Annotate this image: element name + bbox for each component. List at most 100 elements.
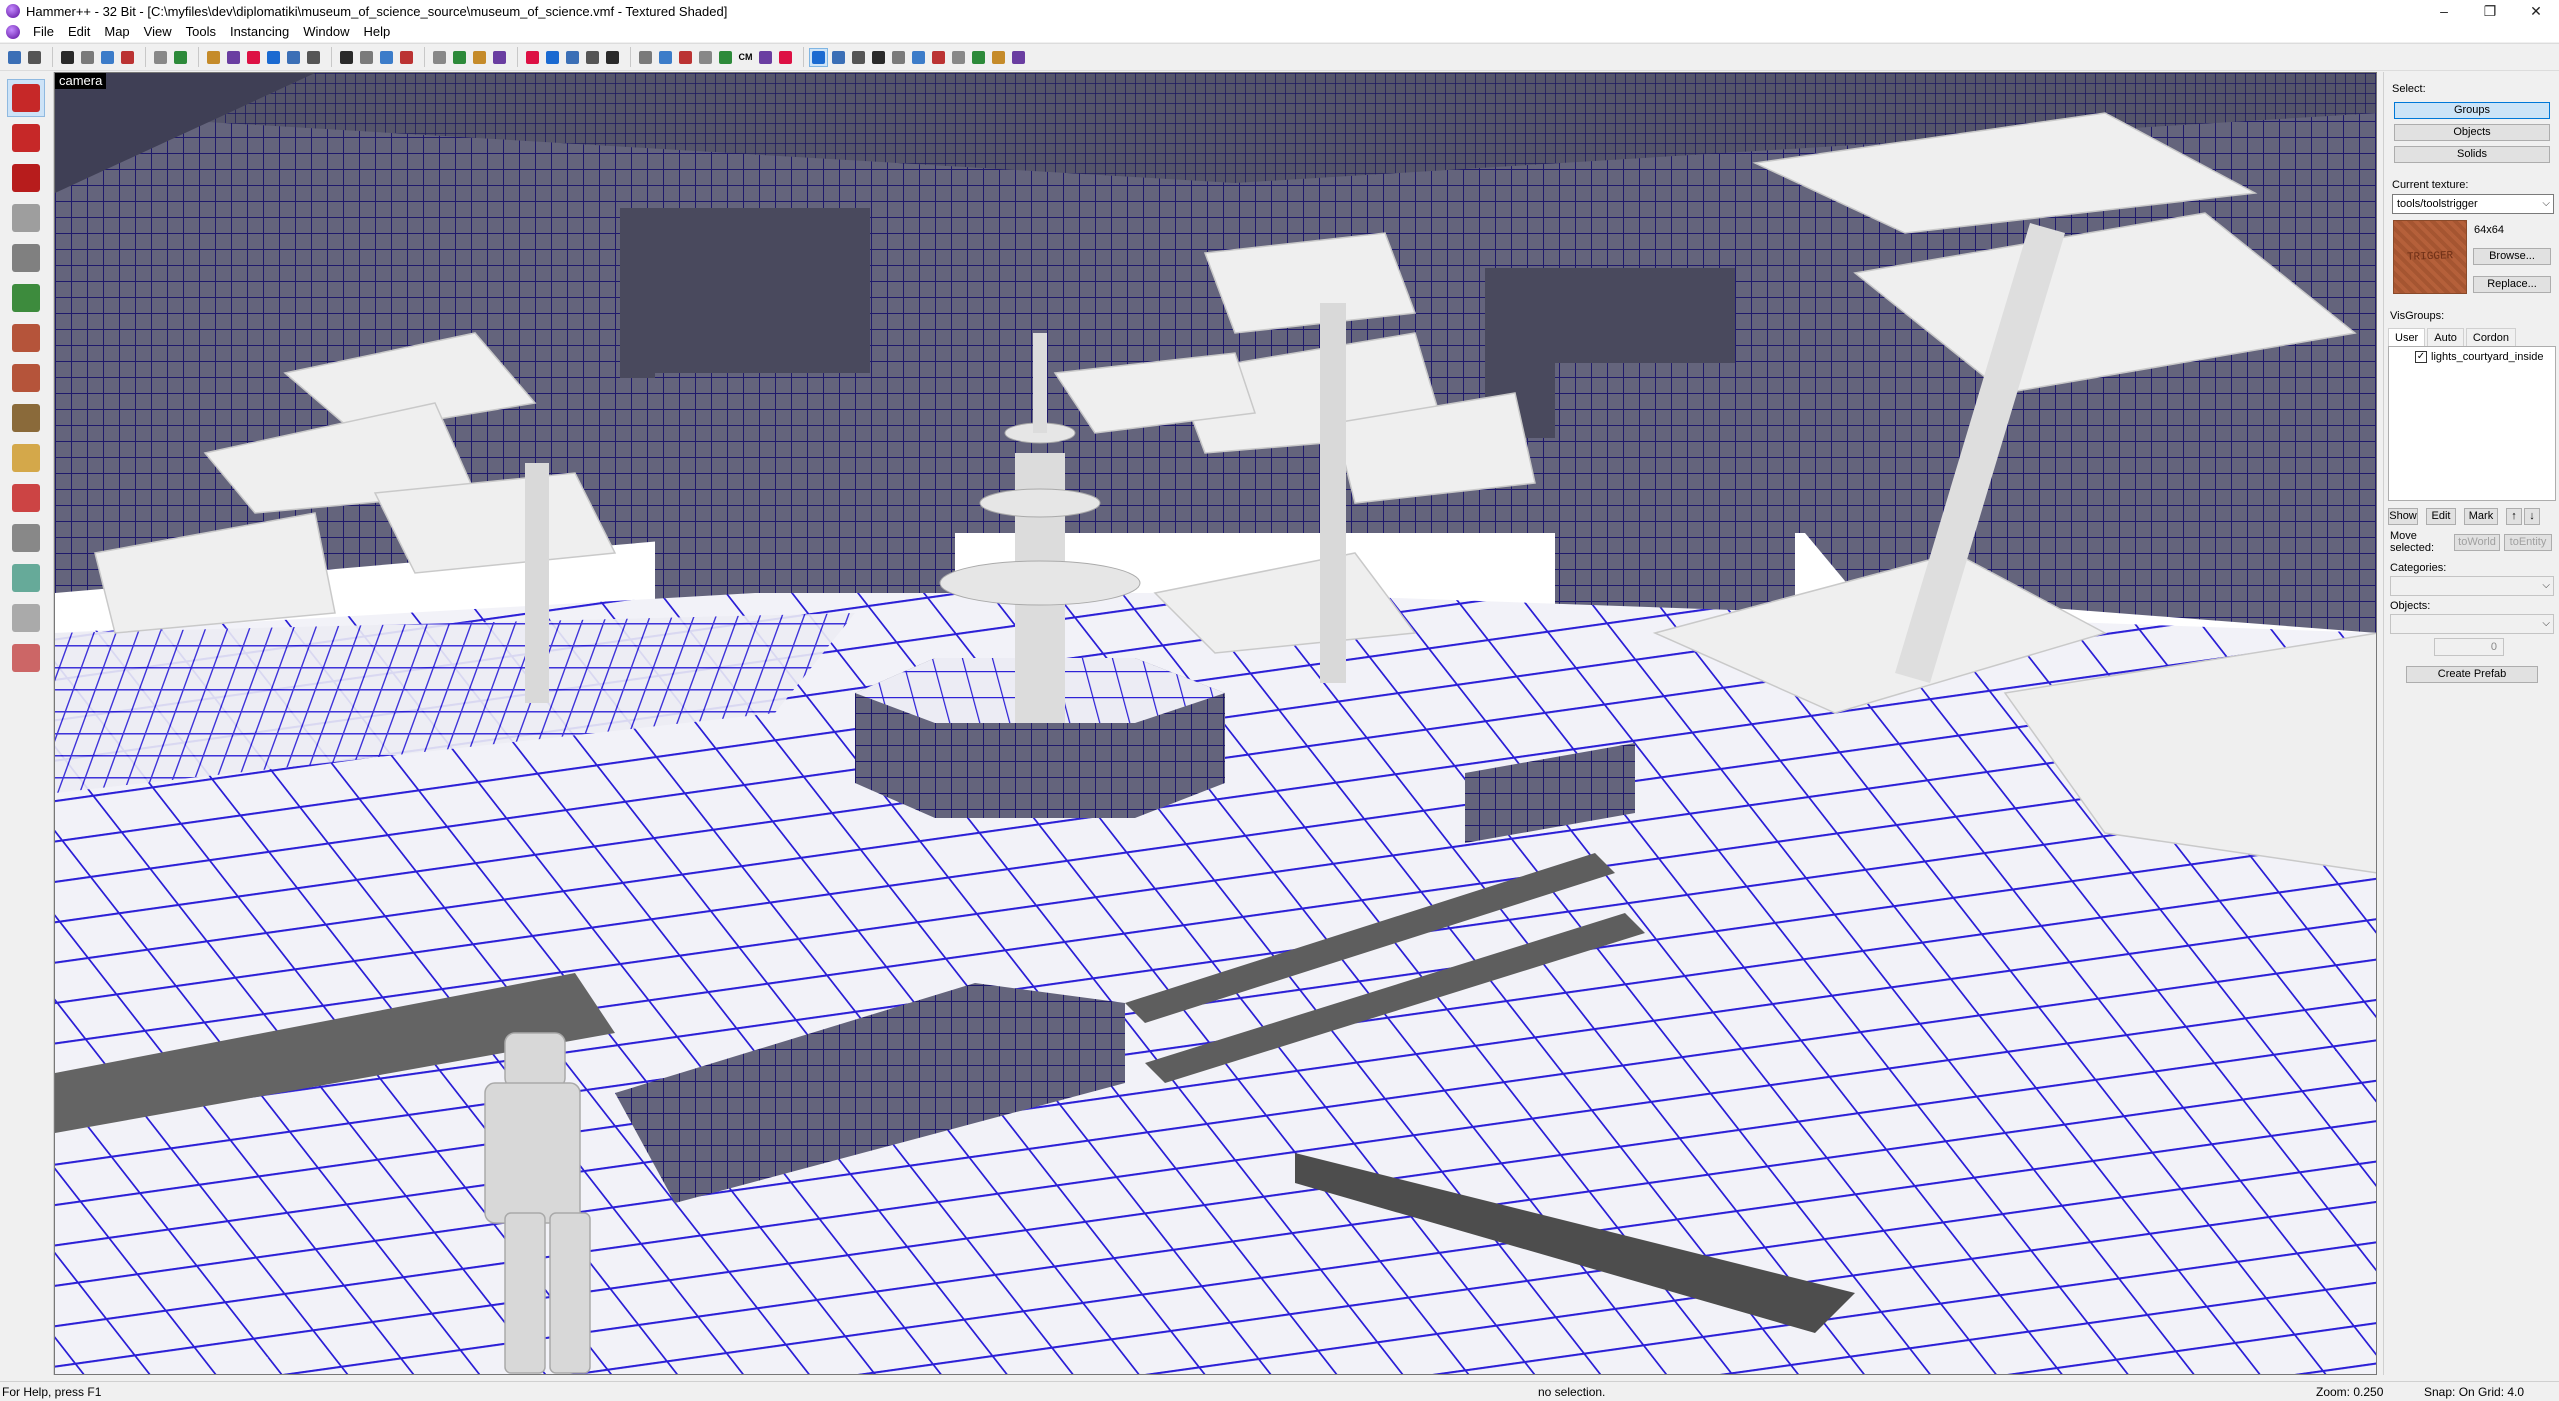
to-entity-button[interactable]: toEntity [2504,534,2552,551]
grid-toggle-icon[interactable] [26,49,43,66]
carve-icon[interactable] [205,49,222,66]
selection-tool-icon[interactable] [7,79,45,117]
close-button[interactable]: ✕ [2513,0,2559,22]
sprite-icon[interactable] [657,49,674,66]
hint-icon[interactable] [990,49,1007,66]
entity-tool-icon[interactable] [8,200,44,236]
toggle-group-icon[interactable] [99,49,116,66]
vertex-select-icon[interactable] [850,49,867,66]
node-icon[interactable] [1010,49,1027,66]
group-icon[interactable] [245,49,262,66]
clip-icon[interactable] [524,49,541,66]
visgroup-mark-button[interactable]: Mark [2464,508,2498,525]
apply-decal-icon[interactable] [8,360,44,396]
plus-icon[interactable] [970,49,987,66]
model-icon[interactable] [677,49,694,66]
menu-instancing[interactable]: Instancing [223,22,296,42]
browse-button[interactable]: Browse... [2473,248,2551,265]
select-objects-button[interactable]: Objects [2394,124,2550,141]
visgroup-checkbox[interactable]: ✓ [2415,351,2427,363]
path-tool-icon[interactable] [8,520,44,556]
replace-button[interactable]: Replace... [2473,276,2551,293]
displacement-icon[interactable] [870,49,887,66]
to-world-button[interactable]: toWorld [2454,534,2500,551]
select-icon[interactable] [809,47,828,67]
cordon-icon[interactable] [431,49,448,66]
3d-grid-icon[interactable] [59,49,76,66]
camera-tool-icon[interactable] [8,160,44,196]
current-texture-dropdown[interactable]: tools/toolstrigger ⌵ [2392,194,2554,214]
ungroup-icon[interactable] [265,49,282,66]
run-map-icon[interactable] [564,49,581,66]
minimize-button[interactable]: – [2421,0,2467,22]
drag-icon[interactable] [830,49,847,66]
objects-spinner[interactable]: 0 [2434,638,2504,656]
texture-app-icon[interactable] [451,49,468,66]
lighting-icon[interactable] [717,49,734,66]
light-preview-icon[interactable] [757,49,774,66]
tab-user[interactable]: User [2388,328,2426,346]
texture-app-tool-icon[interactable] [8,280,44,316]
left-box [620,208,870,378]
clipping-tool-icon[interactable] [8,440,44,476]
tab-auto[interactable]: Auto [2427,328,2464,346]
document-icon[interactable] [6,25,20,39]
visgroup-list[interactable]: ✓ lights_courtyard_inside [2388,346,2556,501]
magnify-tool-icon[interactable] [8,120,44,156]
scale-lock-icon[interactable] [398,49,415,66]
select-solids-button[interactable]: Solids [2394,146,2550,163]
apply-texture-icon[interactable] [8,320,44,356]
box-icon[interactable] [79,49,96,66]
tie-entity-icon[interactable] [285,49,302,66]
visgroup-item[interactable]: ✓ lights_courtyard_inside [2415,351,2544,363]
grid-icon[interactable] [6,49,23,66]
texture-lock-icon[interactable] [378,49,395,66]
target-icon[interactable] [930,49,947,66]
menu-help[interactable]: Help [356,22,397,42]
menu-window[interactable]: Window [296,22,356,42]
camera-viewport[interactable]: camera [54,72,2377,1375]
decal-icon[interactable] [471,49,488,66]
sound-tool-icon[interactable] [8,560,44,596]
menu-tools[interactable]: Tools [179,22,223,42]
restore-button[interactable]: ❐ [2467,0,2513,22]
helper-icon[interactable] [697,49,714,66]
prefab-tool-icon[interactable] [8,640,44,676]
create-prefab-button[interactable]: Create Prefab [2406,666,2538,683]
menu-file[interactable]: File [26,22,61,42]
toggle-group2-icon[interactable] [119,49,136,66]
color-icon[interactable] [777,49,794,66]
show-icon[interactable] [358,49,375,66]
overlay-icon[interactable] [491,49,508,66]
entity-report-icon[interactable] [584,49,601,66]
move-to-world-icon[interactable] [305,49,322,66]
menu-edit[interactable]: Edit [61,22,97,42]
compile-icon[interactable] [637,49,654,66]
instance-icon[interactable] [890,49,907,66]
select-groups-button[interactable]: Groups [2394,102,2550,119]
menu-view[interactable]: View [137,22,179,42]
vertex-icon[interactable] [544,49,561,66]
viewport-label[interactable]: camera [55,73,107,89]
categories-dropdown[interactable]: ⌵ [2390,576,2554,596]
redo-icon[interactable] [172,49,189,66]
undo-icon[interactable] [152,49,169,66]
menu-map[interactable]: Map [97,22,136,42]
cm-icon[interactable]: CM [737,49,754,66]
arrow-up-icon[interactable]: ↑ [2506,508,2522,525]
hide-icon[interactable] [338,49,355,66]
vertex-tool-icon[interactable] [8,480,44,516]
check-problems-icon[interactable] [604,49,621,66]
block-tool-icon[interactable] [8,240,44,276]
autovis-icon[interactable] [910,49,927,66]
tab-cordon[interactable]: Cordon [2465,328,2516,346]
texture-preview[interactable]: TRIGGER [2393,220,2467,294]
hollow-icon[interactable] [225,49,242,66]
visgroup-edit-button[interactable]: Edit [2426,508,2456,525]
origin-icon[interactable] [950,49,967,66]
arrow-down-icon[interactable]: ↓ [2524,508,2540,525]
objects-dropdown[interactable]: ⌵ [2390,614,2554,634]
cordon-tool-icon[interactable] [8,600,44,636]
apply-overlay-icon[interactable] [8,400,44,436]
visgroup-show-button[interactable]: Show [2388,508,2418,525]
